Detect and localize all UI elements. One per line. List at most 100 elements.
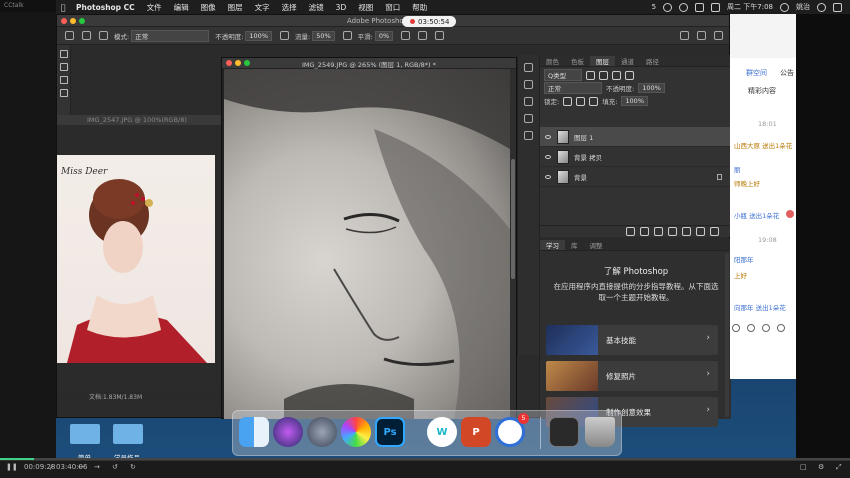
photos-icon[interactable] — [341, 417, 371, 447]
tab-paths[interactable]: 路径 — [640, 56, 665, 66]
menubar-user[interactable]: 姚治 — [796, 2, 810, 12]
layer-opacity-input[interactable]: 100% — [638, 83, 665, 93]
fill-input[interactable]: 100% — [621, 96, 648, 106]
brush-panel-icon[interactable] — [99, 31, 108, 40]
wps-icon[interactable]: W — [427, 417, 457, 447]
layer-row[interactable]: 背景 拷贝 — [540, 147, 732, 167]
tab-library[interactable]: 库 — [565, 240, 584, 250]
magic-wand-tool-icon[interactable] — [60, 89, 68, 97]
doc-main-titlebar[interactable]: IMG_2549.JPG @ 265% (图层 1, RGB/8*) * — [222, 58, 516, 69]
lock-pixels-icon[interactable] — [563, 96, 573, 106]
adjustments-icon[interactable] — [524, 97, 533, 106]
layer-kind-filter[interactable]: Q类型 — [544, 69, 582, 81]
lasso-tool-icon[interactable] — [60, 76, 68, 84]
menu-help[interactable]: 帮助 — [406, 2, 433, 13]
tab-highlights[interactable]: 精彩内容 — [748, 86, 776, 96]
airbrush-icon[interactable] — [342, 31, 352, 40]
close-icon[interactable] — [61, 18, 67, 24]
learn-scrollbar[interactable] — [725, 253, 729, 417]
back-arrow-icon[interactable]: ← — [78, 463, 84, 471]
new-layer-icon[interactable] — [696, 227, 705, 236]
doc-close-icon[interactable] — [226, 60, 232, 66]
blend-mode-select[interactable]: 正常 — [544, 82, 602, 94]
brush-settings-icon[interactable] — [524, 114, 533, 123]
trash-icon[interactable] — [710, 227, 719, 236]
menu-app-name[interactable]: Photoshop CC — [70, 3, 141, 12]
recording-badge[interactable]: 03:50:54 — [402, 16, 456, 27]
tab-color[interactable]: 颜色 — [540, 56, 565, 66]
link-layers-icon[interactable] — [626, 227, 635, 236]
adjustment-layer-icon[interactable] — [668, 227, 677, 236]
filter-adjust-icon[interactable] — [599, 70, 608, 80]
scissors-icon[interactable] — [747, 324, 755, 332]
pressure-opacity-icon[interactable] — [280, 31, 289, 40]
menu-type[interactable]: 文字 — [249, 2, 276, 13]
layer-row[interactable]: 背景 — [540, 167, 732, 187]
forward-arrow-icon[interactable]: → — [94, 463, 100, 471]
visibility-eye-icon[interactable] — [545, 134, 551, 139]
brush-tool-icon[interactable] — [65, 31, 74, 40]
menu-image[interactable]: 图像 — [195, 2, 222, 13]
minimize-icon[interactable] — [70, 18, 76, 24]
folder-icon[interactable] — [70, 424, 100, 444]
filter-pixel-icon[interactable] — [586, 70, 595, 80]
notification-center-icon[interactable] — [833, 2, 842, 12]
move-tool-icon[interactable] — [60, 50, 68, 58]
cc-status-badge[interactable]: 5 — [652, 3, 656, 11]
input-method-icon[interactable] — [711, 2, 721, 12]
opacity-input[interactable]: 100% — [245, 30, 272, 41]
tab-announcements[interactable]: 公告 — [780, 68, 794, 78]
learn-card-fix-photos[interactable]: 修复照片 › — [546, 361, 718, 391]
share-icon[interactable] — [714, 31, 723, 40]
menu-select[interactable]: 选择 — [276, 2, 303, 13]
menu-edit[interactable]: 编辑 — [168, 2, 195, 13]
search-icon[interactable] — [680, 31, 689, 40]
menubar-datetime[interactable]: 周二 下午7:08 — [727, 2, 773, 12]
lock-all-icon[interactable] — [589, 96, 599, 106]
mask-icon[interactable] — [654, 227, 663, 236]
tab-channels[interactable]: 通道 — [615, 56, 640, 66]
image-icon[interactable] — [762, 324, 770, 332]
desktop-stack-icon[interactable] — [549, 417, 579, 447]
workspace-icon[interactable] — [697, 31, 706, 40]
wifi-icon[interactable] — [679, 2, 689, 12]
doc-background-canvas[interactable]: Miss Deer — [57, 155, 215, 363]
menu-view[interactable]: 视图 — [352, 2, 379, 13]
volume-icon[interactable] — [695, 2, 705, 12]
powerpoint-icon[interactable]: P — [461, 417, 491, 447]
filter-type-icon[interactable] — [612, 70, 621, 80]
subtitle-icon[interactable]: □ — [800, 463, 807, 471]
doc-main-canvas[interactable] — [224, 69, 510, 419]
mode-select[interactable]: 正常 — [131, 29, 210, 42]
tab-layers[interactable]: 图层 — [590, 55, 615, 66]
doc-main-scrollbar[interactable] — [510, 69, 516, 419]
folder-icon[interactable] — [682, 227, 691, 236]
learn-card-basics[interactable]: 基本技能 › — [546, 325, 718, 355]
photoshop-icon[interactable]: Ps — [375, 417, 405, 447]
gear-icon[interactable]: ⚙ — [818, 463, 824, 471]
symmetry-icon[interactable] — [435, 31, 445, 40]
folder-icon[interactable] — [113, 424, 143, 444]
doc-maximize-icon[interactable] — [244, 60, 250, 66]
marquee-tool-icon[interactable] — [60, 63, 68, 71]
filter-shape-icon[interactable] — [625, 70, 634, 80]
menu-filter[interactable]: 滤镜 — [303, 2, 330, 13]
menu-window[interactable]: 窗口 — [379, 2, 406, 13]
finder-icon[interactable] — [239, 417, 269, 447]
forward-icon[interactable]: ↻ — [130, 463, 136, 471]
character-icon[interactable] — [524, 131, 533, 140]
properties-icon[interactable] — [524, 80, 533, 89]
apple-icon[interactable]:  — [56, 3, 70, 12]
menu-layer[interactable]: 图层 — [222, 2, 249, 13]
doc-minimize-icon[interactable] — [235, 60, 241, 66]
visibility-eye-icon[interactable] — [545, 154, 551, 159]
clock-icon[interactable] — [777, 324, 785, 332]
trash-icon[interactable] — [585, 417, 615, 447]
fullscreen-icon[interactable]: ⤢ — [836, 463, 842, 472]
record-icon[interactable] — [663, 2, 673, 12]
pressure-size-icon[interactable] — [418, 31, 428, 40]
visibility-eye-icon[interactable] — [545, 174, 551, 179]
scrollbar-thumb[interactable] — [511, 159, 515, 279]
rewind-icon[interactable]: ↺ — [112, 463, 118, 471]
tab-swatches[interactable]: 色板 — [565, 56, 590, 66]
